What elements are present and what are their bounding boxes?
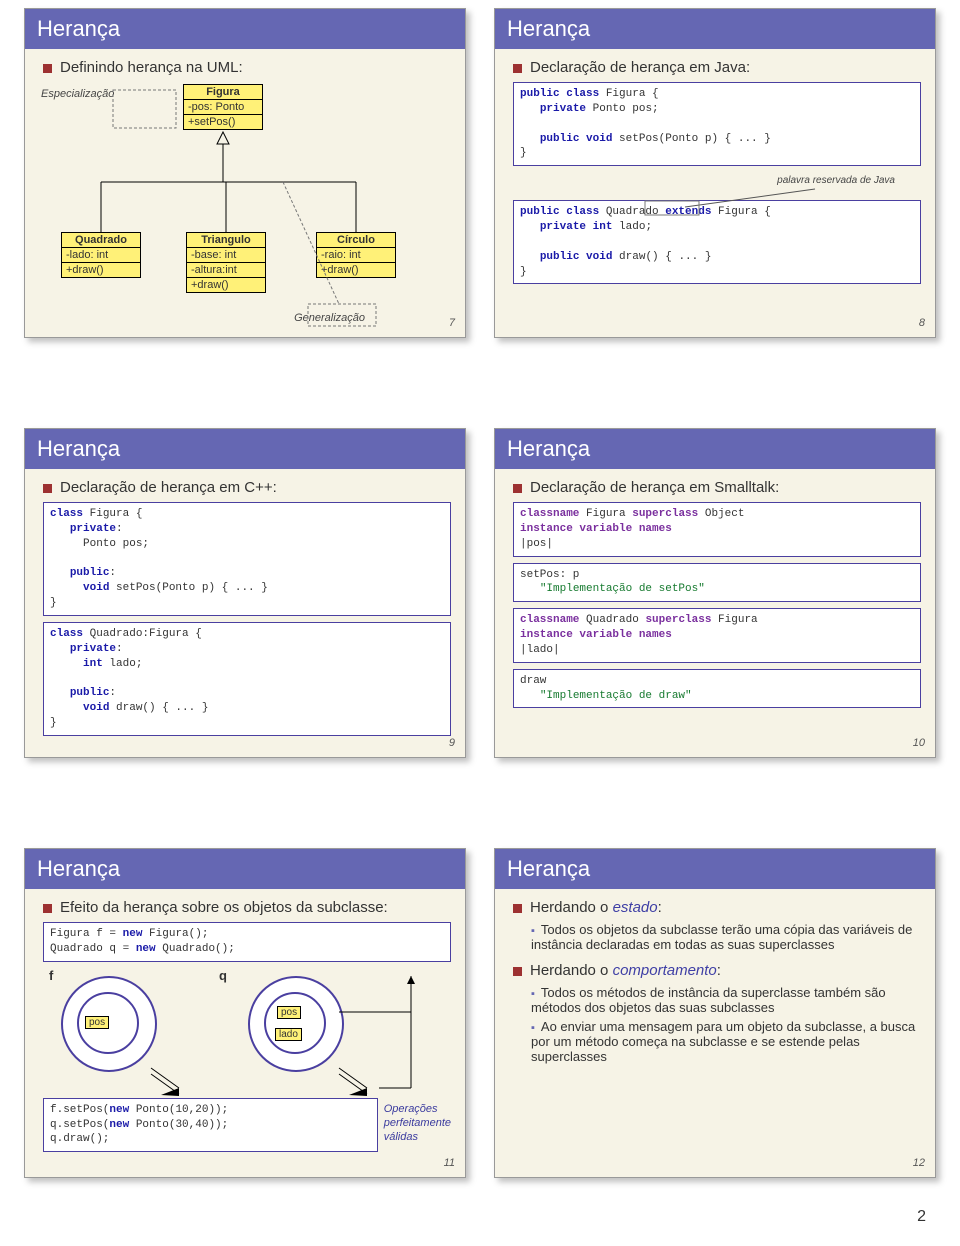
page-number: 9 <box>449 737 455 749</box>
bullet: Declaração de herança em C++: <box>43 479 451 496</box>
uml-triangulo: Triangulo -base: int -altura:int +draw() <box>186 232 266 293</box>
ring-q-inner <box>264 992 326 1054</box>
note-operacoes-validas: Operações perfeitamente válidas <box>384 1098 451 1159</box>
slide-title: Herança <box>25 429 465 469</box>
chip-f-pos: pos <box>85 1016 109 1029</box>
note-especializacao: Especialização <box>41 88 114 100</box>
uml-quadrado: Quadrado -lado: int +draw() <box>61 232 141 278</box>
code-java-quadrado: public class Quadrado extends Figura { p… <box>513 200 921 284</box>
slide-title: Herança <box>25 9 465 49</box>
code-cpp-quadrado: class Quadrado:Figura { private: int lad… <box>43 622 451 736</box>
sub-comp-b: Ao enviar uma mensagem para um objeto da… <box>531 1019 921 1064</box>
uml-circulo: Círculo -raio: int +draw() <box>316 232 396 278</box>
slide-7: Herança Definindo herança na UML: Especi… <box>24 8 466 338</box>
object-diagram: f q pos pos lado <box>43 968 451 1098</box>
page-number: 11 <box>444 1157 455 1169</box>
code-st-figura-decl: classname Figura superclass Object insta… <box>513 502 921 557</box>
uml-figura: Figura -pos: Ponto +setPos() <box>183 84 263 130</box>
note-palavra-reservada: palavra reservada de Java <box>777 175 895 186</box>
label-f: f <box>49 968 53 983</box>
slide-12: Herança Herdando o estado: Todos os obje… <box>494 848 936 1178</box>
slide-9: Herança Declaração de herança em C++: cl… <box>24 428 466 758</box>
label-q: q <box>219 968 227 983</box>
page-number: 8 <box>919 317 925 329</box>
bullet: Declaração de herança em Java: <box>513 59 921 76</box>
chip-q-lado: lado <box>275 1028 302 1041</box>
bullet: Declaração de herança em Smalltalk: <box>513 479 921 496</box>
code-java-figura: public class Figura { private Ponto pos;… <box>513 82 921 166</box>
footer-page-num: 2 <box>24 1208 936 1226</box>
slide-11: Herança Efeito da herança sobre os objet… <box>24 848 466 1178</box>
slide-title: Herança <box>495 849 935 889</box>
code-st-quadrado-decl: classname Quadrado superclass Figura ins… <box>513 608 921 663</box>
sub-estado: Todos os objetos da subclasse terão uma … <box>531 922 921 952</box>
uml-diagram: Especialização Generalização Figura -pos… <box>43 82 451 352</box>
slide-8: Herança Declaração de herança em Java: p… <box>494 8 936 338</box>
code-operations: f.setPos(new Ponto(10,20)); q.setPos(new… <box>43 1098 378 1153</box>
note-generalizacao: Generalização <box>294 312 365 324</box>
code-cpp-figura: class Figura { private: Ponto pos; publi… <box>43 502 451 616</box>
code-st-setpos: setPos: p "Implementação de setPos" <box>513 563 921 603</box>
bullet-comportamento: Herdando o comportamento: <box>513 962 921 979</box>
bullet: Definindo herança na UML: <box>43 59 451 76</box>
page-number: 12 <box>913 1157 925 1169</box>
page-number: 10 <box>913 737 925 749</box>
chip-q-pos: pos <box>277 1006 301 1019</box>
slide-10: Herança Declaração de herança em Smallta… <box>494 428 936 758</box>
slide-title: Herança <box>495 9 935 49</box>
slide-title: Herança <box>25 849 465 889</box>
code-st-draw: draw "Implementação de draw" <box>513 669 921 709</box>
sub-comp-a: Todos os métodos de instância da supercl… <box>531 985 921 1015</box>
page-number: 7 <box>449 317 455 329</box>
slide-title: Herança <box>495 429 935 469</box>
bullet: Efeito da herança sobre os objetos da su… <box>43 899 451 916</box>
code-create-objects: Figura f = new Figura(); Quadrado q = ne… <box>43 922 451 962</box>
bullet-estado: Herdando o estado: <box>513 899 921 916</box>
